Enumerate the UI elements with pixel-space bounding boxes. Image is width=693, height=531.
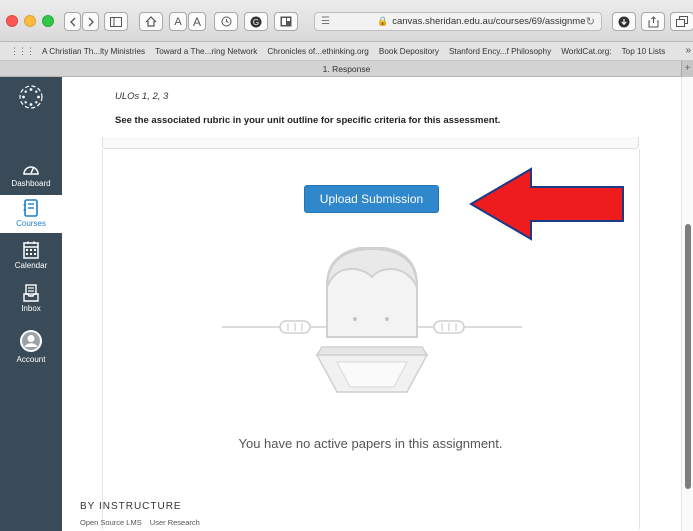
bookmarks-bar: ⋮⋮⋮ A Christian Th...lty Ministries Towa… <box>0 42 693 61</box>
bookmark-item[interactable]: Toward a The...ring Network <box>155 47 257 56</box>
address-bar[interactable]: ☰ 🔒 canvas.sheridan.edu.au/courses/69/as… <box>314 12 602 31</box>
bookmark-item[interactable]: Top 10 Lists <box>622 47 666 56</box>
tab-bar: 1. Response + <box>0 61 693 77</box>
inbox-icon <box>23 284 39 302</box>
download-icon <box>618 16 630 27</box>
text-larger-button[interactable]: A <box>188 12 206 31</box>
footer-brand: BY INSTRUCTURE <box>80 501 182 512</box>
nav-dashboard[interactable]: Dashboard <box>0 161 62 195</box>
tab-response[interactable]: 1. Response <box>323 64 371 74</box>
bookmarks-overflow-button[interactable]: » <box>685 45 691 56</box>
bookmark-item[interactable]: Stanford Ency...f Philosophy <box>449 47 551 56</box>
submission-panel-border <box>102 149 103 529</box>
courses-icon <box>23 199 38 217</box>
rubric-note: See the associated rubric in your unit o… <box>115 115 501 126</box>
text-smaller-button[interactable]: A <box>169 12 187 31</box>
close-window-button[interactable] <box>6 15 18 27</box>
nav-courses[interactable]: Courses <box>0 195 62 233</box>
nav-calendar-label: Calendar <box>14 261 48 270</box>
reload-icon[interactable]: ↻ <box>586 15 595 28</box>
url-text: canvas.sheridan.edu.au/courses/69/assign… <box>392 16 586 27</box>
reader-view-icon[interactable]: ☰ <box>321 16 330 27</box>
tabs-icon <box>676 16 688 27</box>
tabs-overview-button[interactable] <box>670 12 693 31</box>
upload-submission-button[interactable]: Upload Submission <box>304 185 439 213</box>
nav-account-label: Account <box>16 355 46 364</box>
canvas-logo-icon[interactable] <box>19 85 43 109</box>
dashboard-icon <box>23 166 39 175</box>
chevron-right-icon <box>88 17 94 26</box>
nav-account[interactable]: Account <box>0 329 62 373</box>
clock-icon <box>221 16 231 27</box>
grammarly-icon: G <box>250 16 262 27</box>
extension-button[interactable] <box>274 12 298 31</box>
description-panel <box>102 137 639 149</box>
history-button[interactable] <box>214 12 238 31</box>
global-navigation: Dashboard Courses Calendar Inbox Account <box>0 77 62 531</box>
screen: A A G ☰ 🔒 canvas.sheridan.edu.au/courses… <box>0 0 693 531</box>
text-smaller-label: A <box>174 15 182 28</box>
nav-dashboard-label: Dashboard <box>11 179 51 188</box>
apps-grid-icon[interactable]: ⋮⋮⋮ <box>10 46 35 57</box>
text-larger-label: A <box>192 14 201 29</box>
zoom-window-button[interactable] <box>42 15 54 27</box>
svg-text:G: G <box>253 18 259 27</box>
annotation-arrow-icon <box>469 167 624 241</box>
minimize-window-button[interactable] <box>24 15 36 27</box>
page-scrollbar[interactable] <box>681 77 693 531</box>
chevron-left-icon <box>69 17 75 26</box>
bookmark-item[interactable]: WorldCat.org: <box>561 47 611 56</box>
bookmark-item[interactable]: A Christian Th...lty Ministries <box>42 47 145 56</box>
lock-icon: 🔒 <box>377 16 389 26</box>
sidebar-toggle-button[interactable] <box>104 12 128 31</box>
nav-inbox-label: Inbox <box>21 304 41 313</box>
footer-links: Open Source LMS User Research <box>80 518 206 527</box>
downloads-button[interactable] <box>612 12 636 31</box>
grammarly-button[interactable]: G <box>244 12 268 31</box>
assignment-content: ULOs 1, 2, 3 See the associated rubric i… <box>62 77 681 531</box>
nav-courses-label: Courses <box>16 219 46 228</box>
calendar-icon <box>23 241 39 259</box>
empty-state-message: You have no active papers in this assign… <box>238 436 503 451</box>
footer-link-user-research[interactable]: User Research <box>150 518 200 527</box>
share-button[interactable] <box>641 12 665 31</box>
empty-papers-illustration-icon <box>222 247 522 393</box>
scrollbar-thumb[interactable] <box>685 224 691 489</box>
footer-link-open-source[interactable]: Open Source LMS <box>80 518 142 527</box>
share-icon <box>648 15 658 27</box>
nav-calendar[interactable]: Calendar <box>0 241 62 279</box>
nav-inbox[interactable]: Inbox <box>0 284 62 324</box>
home-icon <box>145 16 157 27</box>
bookmark-item[interactable]: Book Depository <box>379 47 439 56</box>
ulo-text: ULOs 1, 2, 3 <box>115 91 169 102</box>
extension-icon <box>280 16 292 27</box>
bookmark-item[interactable]: Chronicles of...ethinking.org <box>267 47 369 56</box>
account-icon <box>20 330 42 352</box>
new-tab-button[interactable]: + <box>681 61 693 77</box>
browser-toolbar: A A G ☰ 🔒 canvas.sheridan.edu.au/courses… <box>0 0 693 42</box>
sidebar-icon <box>110 16 122 27</box>
submission-panel-border <box>639 149 640 529</box>
forward-button[interactable] <box>82 12 99 31</box>
back-button[interactable] <box>64 12 81 31</box>
home-button[interactable] <box>139 12 163 31</box>
